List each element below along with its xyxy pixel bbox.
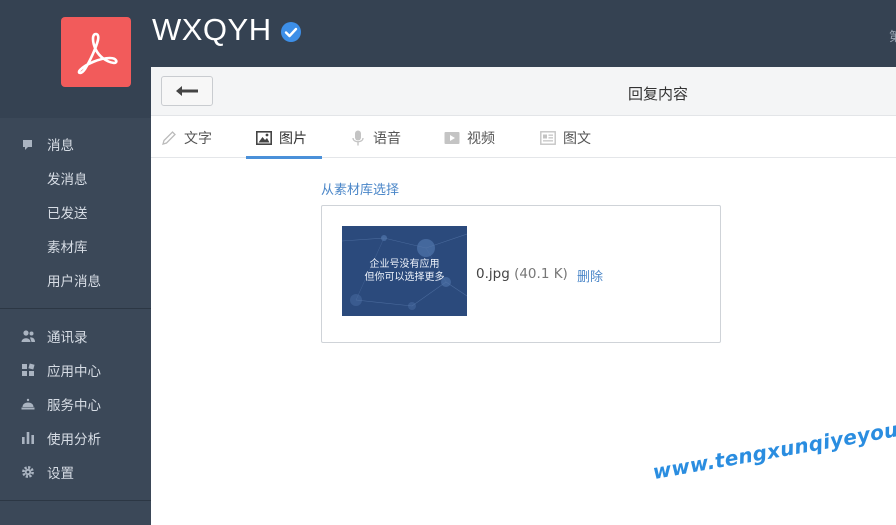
file-size: (40.1 K) xyxy=(514,266,568,282)
contacts-icon xyxy=(21,330,35,342)
sidebar-item-label: 已发送 xyxy=(47,206,88,222)
tab-image[interactable]: 图片 xyxy=(256,117,307,158)
service-bell-icon xyxy=(21,398,35,410)
tab-label: 图文 xyxy=(563,130,591,147)
tab-video[interactable]: 视频 xyxy=(444,117,495,158)
sidebar-divider xyxy=(0,308,151,309)
video-icon xyxy=(444,131,460,144)
microphone-icon xyxy=(352,130,364,145)
image-attachment-box: 企业号没有应用 但你可以选择更多 0.jpg (40.1 K) 删除 xyxy=(321,205,721,343)
sidebar-item-apps[interactable]: 应用中心 xyxy=(0,353,151,387)
tab-label: 视频 xyxy=(467,130,495,147)
sidebar-item-user-messages[interactable]: 用户消息 xyxy=(0,263,151,297)
thumbnail-caption-line: 但你可以选择更多 xyxy=(364,272,445,283)
sidebar-item-label: 应用中心 xyxy=(47,364,101,380)
image-thumbnail[interactable]: 企业号没有应用 但你可以选择更多 xyxy=(342,226,467,316)
pencil-icon xyxy=(162,130,176,145)
page-title: 回复内容 xyxy=(628,85,689,103)
article-icon xyxy=(540,130,556,145)
content-type-tabs: 文字 图片 语音 视频 图文 xyxy=(151,117,896,158)
sidebar-item-settings[interactable]: 设置 xyxy=(0,455,151,489)
thumbnail-caption-line: 企业号没有应用 xyxy=(369,259,440,270)
active-tab-indicator xyxy=(246,156,322,159)
header-corner-text: 第 xyxy=(888,30,896,45)
thumbnail-caption: 企业号没有应用 但你可以选择更多 xyxy=(342,258,467,284)
tab-article[interactable]: 图文 xyxy=(540,117,591,158)
sidebar-item-label: 设置 xyxy=(47,466,74,482)
tab-label: 文字 xyxy=(184,130,212,147)
app-logo xyxy=(61,17,131,87)
sidebar-item-label: 用户消息 xyxy=(47,274,101,290)
sidebar: 消息 发消息 已发送 素材库 用户消息 通讯录 应用中心 服务中心 使用分析 设… xyxy=(0,118,151,525)
file-info: 0.jpg (40.1 K) xyxy=(476,266,568,282)
verified-badge-icon xyxy=(280,21,301,42)
sidebar-item-label: 使用分析 xyxy=(47,432,101,448)
apps-icon xyxy=(22,363,35,376)
bar-chart-icon xyxy=(22,432,34,444)
delete-link[interactable]: 删除 xyxy=(577,266,603,285)
image-icon xyxy=(256,130,272,145)
gear-icon xyxy=(22,466,34,478)
sidebar-item-library[interactable]: 素材库 xyxy=(0,229,151,263)
select-from-library-link[interactable]: 从素材库选择 xyxy=(321,179,399,198)
sidebar-item-label: 消息 xyxy=(47,138,74,154)
tab-voice[interactable]: 语音 xyxy=(350,117,401,158)
panel-header: 回复内容 xyxy=(151,67,896,116)
sidebar-item-label: 发消息 xyxy=(47,172,88,188)
sidebar-item-sent[interactable]: 已发送 xyxy=(0,195,151,229)
sidebar-item-analytics[interactable]: 使用分析 xyxy=(0,421,151,455)
sidebar-item-label: 通讯录 xyxy=(47,330,88,346)
message-icon xyxy=(23,140,32,150)
tab-label: 图片 xyxy=(279,130,307,147)
sidebar-item-contacts[interactable]: 通讯录 xyxy=(0,319,151,353)
arrow-left-icon xyxy=(176,86,198,96)
tab-text[interactable]: 文字 xyxy=(161,117,212,158)
sidebar-item-label: 素材库 xyxy=(47,240,88,256)
pdf-logo-icon xyxy=(77,32,118,75)
sidebar-item-messages[interactable]: 消息 xyxy=(0,127,151,161)
sidebar-item-service[interactable]: 服务中心 xyxy=(0,387,151,421)
sidebar-item-send-message[interactable]: 发消息 xyxy=(0,161,151,195)
app-title: WXQYH xyxy=(152,12,302,48)
file-name: 0.jpg xyxy=(476,266,510,282)
sidebar-divider xyxy=(0,500,151,501)
back-button[interactable] xyxy=(161,76,213,106)
sidebar-item-label: 服务中心 xyxy=(47,398,101,414)
app-name: WXQYH xyxy=(152,12,272,47)
tab-label: 语音 xyxy=(373,130,401,147)
